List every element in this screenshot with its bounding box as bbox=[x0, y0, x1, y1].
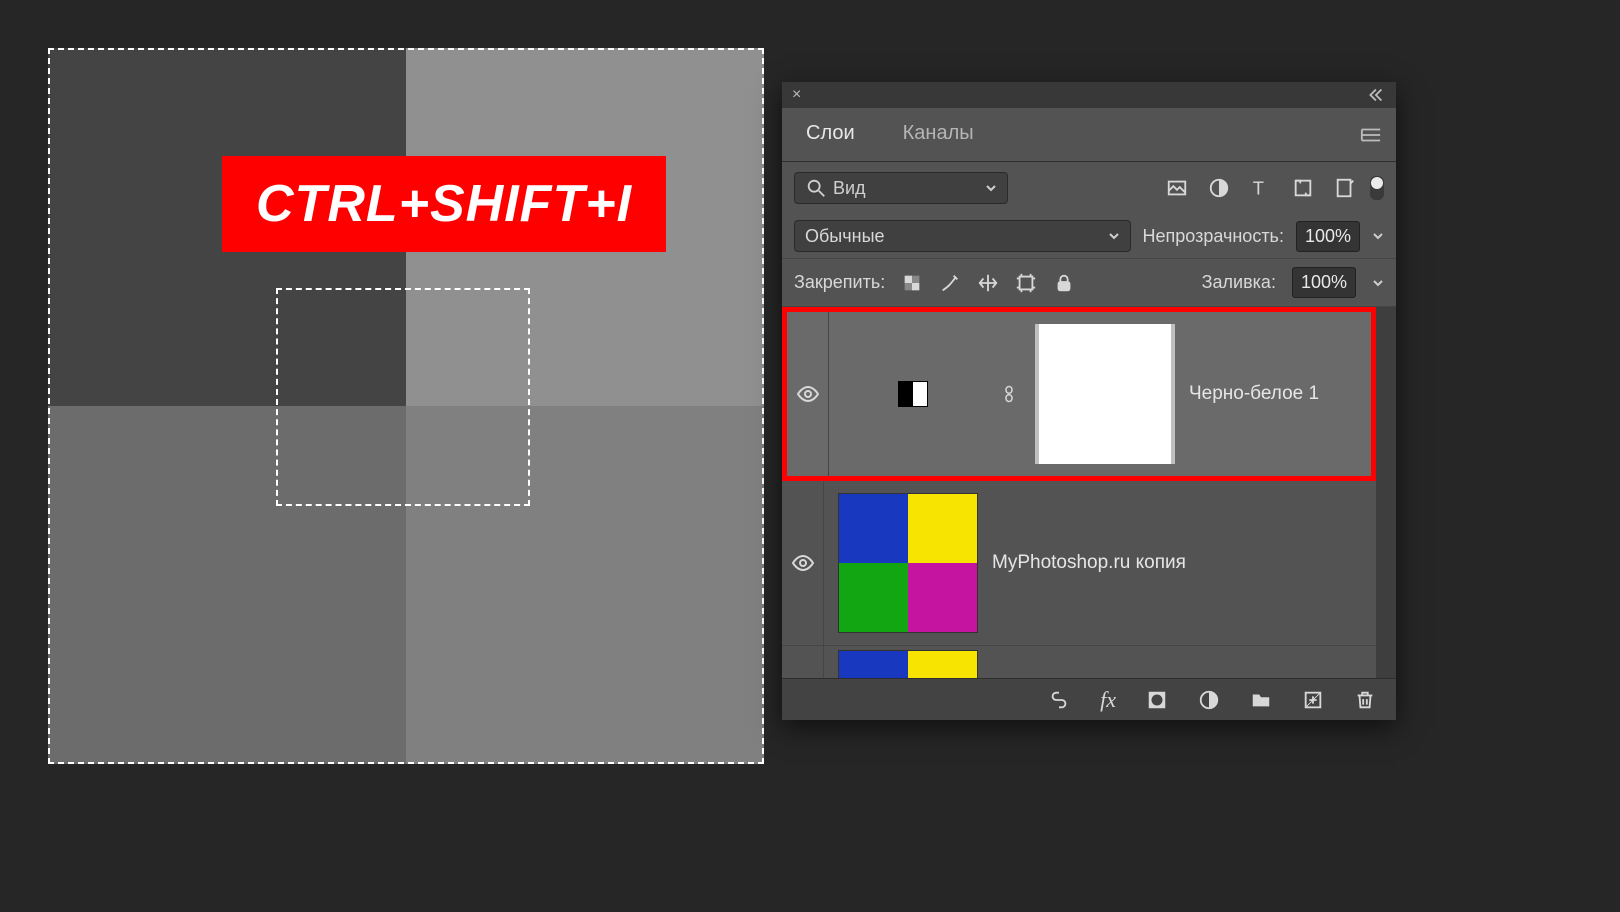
document-canvas[interactable]: CTRL+SHIFT+I bbox=[48, 48, 764, 764]
lock-all-icon[interactable] bbox=[1053, 272, 1075, 294]
layer-thumb[interactable] bbox=[838, 650, 978, 679]
canvas-quadrant bbox=[406, 406, 764, 764]
blend-mode-label: Обычные bbox=[805, 226, 885, 247]
hotkey-overlay: CTRL+SHIFT+I bbox=[222, 156, 666, 252]
layer-list: Черно-белое 1 MyPhotoshop.ru копия bbox=[782, 307, 1396, 678]
layers-panel: × Слои Каналы Вид T Обычные Непрозрачнос… bbox=[782, 82, 1396, 720]
close-icon[interactable]: × bbox=[792, 86, 801, 104]
chevron-down-icon[interactable] bbox=[1372, 277, 1384, 289]
collapse-icon[interactable] bbox=[1364, 84, 1386, 106]
lock-transparency-icon[interactable] bbox=[901, 272, 923, 294]
visibility-toggle[interactable] bbox=[787, 312, 829, 476]
lock-position-icon[interactable] bbox=[977, 272, 999, 294]
scrollbar[interactable] bbox=[1376, 307, 1396, 678]
add-adjustment-icon[interactable] bbox=[1198, 689, 1220, 711]
search-icon bbox=[805, 177, 827, 199]
fx-icon[interactable]: fx bbox=[1100, 687, 1116, 713]
delete-layer-icon[interactable] bbox=[1354, 689, 1376, 711]
filter-pixel-icon[interactable] bbox=[1166, 177, 1188, 199]
lock-artboard-icon[interactable] bbox=[1015, 272, 1037, 294]
panel-titlebar[interactable]: × bbox=[782, 82, 1396, 108]
layer-mask-thumb[interactable] bbox=[1035, 324, 1175, 464]
new-group-icon[interactable] bbox=[1250, 689, 1272, 711]
tab-layers[interactable]: Слои bbox=[782, 108, 879, 161]
panel-tabs: Слои Каналы bbox=[782, 108, 1396, 162]
filter-kind-select[interactable]: Вид bbox=[794, 172, 1008, 204]
visibility-toggle[interactable] bbox=[782, 646, 824, 678]
svg-text:T: T bbox=[1253, 177, 1264, 198]
opacity-value[interactable]: 100% bbox=[1296, 221, 1360, 252]
layer-thumb[interactable] bbox=[838, 493, 978, 633]
chevron-down-icon bbox=[985, 182, 997, 194]
filter-type-icon[interactable]: T bbox=[1250, 177, 1272, 199]
layer-name[interactable]: MyPhotoshop.ru копия bbox=[992, 552, 1186, 574]
layer-row-partial[interactable] bbox=[782, 646, 1376, 678]
filter-kind-label: Вид bbox=[833, 178, 866, 199]
fill-label: Заливка: bbox=[1202, 272, 1276, 293]
new-layer-icon[interactable] bbox=[1302, 689, 1324, 711]
adjustment-thumb[interactable] bbox=[843, 324, 983, 464]
add-mask-icon[interactable] bbox=[1146, 689, 1168, 711]
chevron-down-icon bbox=[1108, 230, 1120, 242]
panel-menu-icon[interactable] bbox=[1346, 127, 1396, 143]
opacity-label: Непрозрачность: bbox=[1143, 226, 1284, 247]
link-layers-icon[interactable] bbox=[1048, 689, 1070, 711]
lock-pixels-icon[interactable] bbox=[939, 272, 961, 294]
filter-toggle[interactable] bbox=[1370, 176, 1384, 200]
canvas-quadrant bbox=[48, 406, 406, 764]
filter-shape-icon[interactable] bbox=[1292, 177, 1314, 199]
tab-channels[interactable]: Каналы bbox=[879, 108, 998, 161]
visibility-toggle[interactable] bbox=[782, 481, 824, 645]
layer-row-bw[interactable]: Черно-белое 1 bbox=[782, 307, 1376, 481]
layer-row-main[interactable]: MyPhotoshop.ru копия bbox=[782, 481, 1376, 646]
layer-name[interactable]: Черно-белое 1 bbox=[1189, 383, 1319, 405]
blend-mode-select[interactable]: Обычные bbox=[794, 220, 1131, 252]
layers-footer: fx bbox=[782, 678, 1396, 720]
filter-smart-icon[interactable] bbox=[1334, 177, 1356, 199]
lock-label: Закрепить: bbox=[794, 272, 885, 293]
chevron-down-icon[interactable] bbox=[1372, 230, 1384, 242]
link-mask-icon[interactable] bbox=[997, 383, 1021, 405]
filter-adjust-icon[interactable] bbox=[1208, 177, 1230, 199]
fill-value[interactable]: 100% bbox=[1292, 267, 1356, 298]
